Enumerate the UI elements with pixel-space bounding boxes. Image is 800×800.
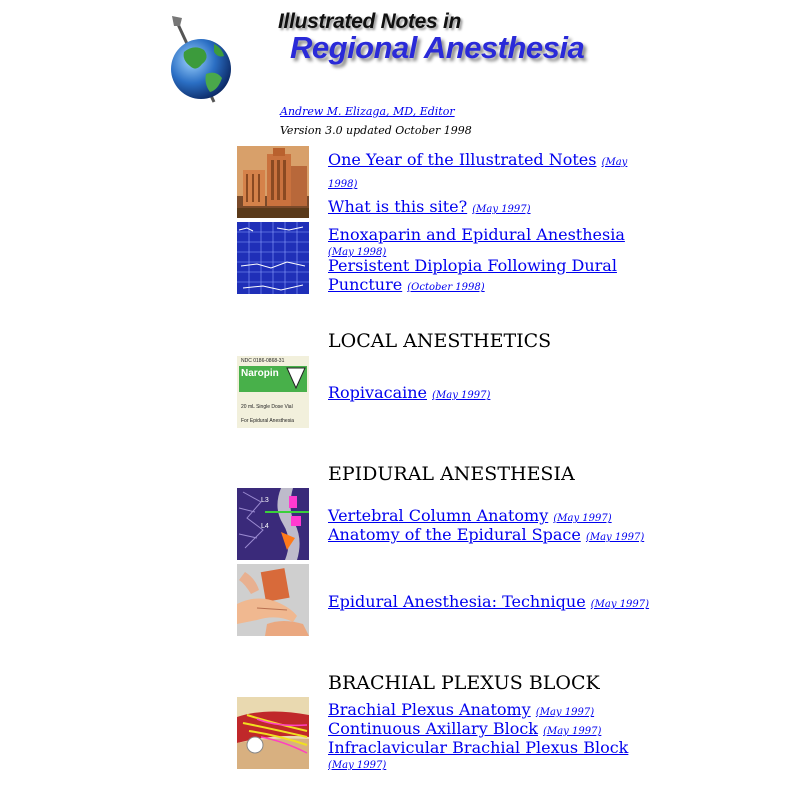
list-item: Persistent Diplopia Following Dural Punc…	[328, 256, 658, 297]
link-brachial-plexus-anatomy[interactable]: Brachial Plexus Anatomy	[328, 700, 531, 719]
editor-link[interactable]: Andrew M. Elizaga, MD, Editor	[280, 105, 455, 118]
section-heading-brachial-plexus: BRACHIAL PLEXUS BLOCK	[328, 672, 600, 694]
list-item: One Year of the Illustrated Notes (May 1…	[328, 150, 658, 194]
link-epidural-space-date[interactable]: (May 1997)	[586, 532, 644, 543]
naropin-brand-text: Naropin	[241, 368, 279, 379]
blue-chart-image	[237, 222, 309, 294]
link-enoxaparin[interactable]: Enoxaparin and Epidural Anesthesia	[328, 225, 625, 244]
svg-text:L3: L3	[261, 497, 269, 504]
list-item: Ropivacaine (May 1997)	[328, 383, 658, 405]
brachial-plexus-image	[237, 697, 309, 769]
link-what-is-this-site[interactable]: What is this site?	[328, 197, 467, 216]
section-heading-local-anesthetics: LOCAL ANESTHETICS	[328, 330, 552, 352]
link-persistent-diplopia-date[interactable]: (October 1998)	[407, 282, 484, 293]
link-epidural-technique[interactable]: Epidural Anesthesia: Technique	[328, 592, 586, 611]
link-infraclavicular[interactable]: Infraclavicular Brachial Plexus Block	[328, 738, 628, 757]
link-continuous-axillary-date[interactable]: (May 1997)	[543, 726, 601, 737]
globe-logo-icon	[166, 14, 236, 106]
link-vertebral-column[interactable]: Vertebral Column Anatomy	[328, 506, 548, 525]
link-infraclavicular-date[interactable]: (May 1997)	[328, 760, 386, 771]
list-item: Infraclavicular Brachial Plexus Block (M…	[328, 738, 658, 779]
link-epidural-technique-date[interactable]: (May 1997)	[591, 599, 649, 610]
link-continuous-axillary[interactable]: Continuous Axillary Block	[328, 719, 538, 738]
building-image	[237, 146, 309, 218]
naropin-usage-text: For Epidural Anesthesia	[241, 418, 294, 424]
spine-image: L3 L4	[237, 488, 309, 560]
svg-text:L4: L4	[261, 523, 269, 530]
naropin-ndc-text: NDC 0186-0868-31	[241, 358, 285, 364]
naropin-volume-text: 20 mL Single Dose Vial	[241, 404, 293, 410]
link-brachial-plexus-anatomy-date[interactable]: (May 1997)	[536, 707, 594, 718]
link-ropivacaine-date[interactable]: (May 1997)	[432, 390, 490, 401]
link-what-is-this-site-date[interactable]: (May 1997)	[472, 204, 530, 215]
hands-image	[237, 564, 309, 636]
site-title-line2: Regional Anesthesia	[290, 30, 585, 65]
link-ropivacaine[interactable]: Ropivacaine	[328, 383, 427, 402]
list-item: Anatomy of the Epidural Space (May 1997)	[328, 525, 658, 547]
naropin-image: NDC 0186-0868-31 Naropin 20 mL Single Do…	[237, 356, 309, 428]
version-text: Version 3.0 updated October 1998	[280, 124, 472, 137]
link-one-year[interactable]: One Year of the Illustrated Notes	[328, 150, 596, 169]
link-vertebral-column-date[interactable]: (May 1997)	[553, 513, 611, 524]
list-item: Epidural Anesthesia: Technique (May 1997…	[328, 592, 658, 614]
list-item: What is this site? (May 1997)	[328, 197, 658, 219]
section-heading-epidural-anesthesia: EPIDURAL ANESTHESIA	[328, 463, 575, 485]
link-epidural-space[interactable]: Anatomy of the Epidural Space	[328, 525, 581, 544]
